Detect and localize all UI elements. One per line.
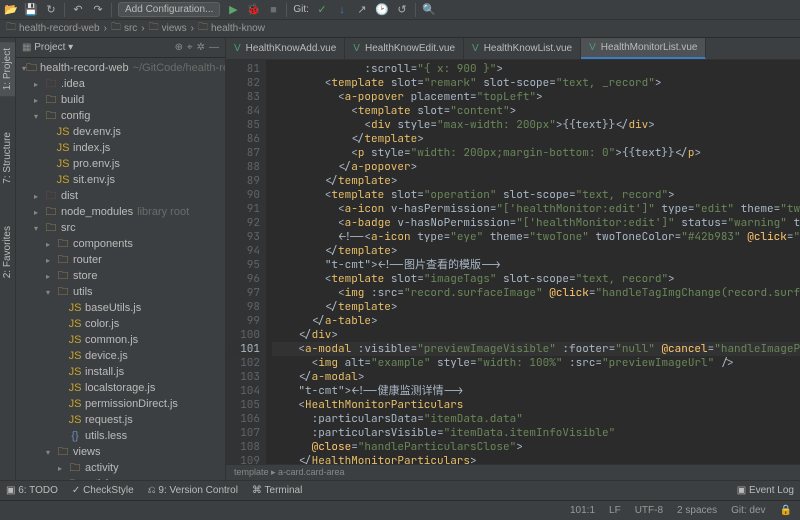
run-config-dropdown[interactable]: Add Configuration...	[118, 2, 220, 17]
tab-todo[interactable]: ▣ 6: TODO	[6, 485, 58, 496]
run-icon[interactable]: ▶	[226, 3, 240, 17]
project-dropdown[interactable]: ▦ Project ▾	[22, 42, 73, 53]
tree-row[interactable]: JSdevice.js	[16, 348, 225, 364]
tab-vcs[interactable]: ⎌ 9: Version Control	[148, 485, 238, 496]
editor-breadcrumb[interactable]: template ▸ a-card.card-area	[226, 464, 800, 480]
editor-tab[interactable]: VHealthKnowAdd.vue	[226, 38, 345, 59]
stop-icon[interactable]: ■	[266, 3, 280, 17]
bottom-tool-tabs: ▣ 6: TODO ✓ CheckStyle ⎌ 9: Version Cont…	[0, 480, 800, 500]
refresh-icon[interactable]: ↻	[44, 3, 58, 17]
tab-checkstyle[interactable]: ✓ CheckStyle	[72, 485, 134, 496]
tree-row[interactable]: JSinstall.js	[16, 364, 225, 380]
git-push-icon[interactable]: ↗	[355, 3, 369, 17]
save-icon[interactable]: 💾	[24, 3, 38, 17]
editor-tab[interactable]: VHealthKnowList.vue	[464, 38, 581, 59]
tree-row[interactable]: {}utils.less	[16, 428, 225, 444]
caret-pos[interactable]: 101:1	[570, 505, 595, 516]
tree-row[interactable]: ▸🗀activity	[16, 460, 225, 476]
git-label: Git:	[293, 4, 309, 15]
hide-icon[interactable]: —	[209, 42, 219, 53]
event-log-button[interactable]: ▣ Event Log	[737, 485, 794, 496]
line-sep[interactable]: LF	[609, 505, 621, 516]
collapse-icon[interactable]: ⊕	[175, 42, 183, 53]
tree-row[interactable]: JScommon.js	[16, 332, 225, 348]
breadcrumb-item[interactable]: 🗀health-record-web	[6, 20, 100, 37]
open-icon[interactable]: 📂	[4, 3, 18, 17]
git-update-icon[interactable]: ↓	[335, 3, 349, 17]
tree-row[interactable]: ▸🗀router	[16, 252, 225, 268]
line-gutter: 8182838485868788899091929394959697989910…	[226, 60, 266, 464]
tab-structure[interactable]: 7: Structure	[0, 126, 15, 190]
editor-tabs: VHealthKnowAdd.vueVHealthKnowEdit.vueVHe…	[226, 38, 800, 60]
tree-row[interactable]: ▸🗀article	[16, 476, 225, 480]
tree-row[interactable]: ▾🗀config	[16, 108, 225, 124]
nav-breadcrumb: 🗀health-record-web › 🗀src › 🗀views › 🗀he…	[0, 20, 800, 38]
undo-icon[interactable]: ↶	[71, 3, 85, 17]
editor-area: VHealthKnowAdd.vueVHealthKnowEdit.vueVHe…	[226, 38, 800, 480]
tree-row[interactable]: JSpro.env.js	[16, 156, 225, 172]
breadcrumb-item[interactable]: 🗀health-know	[198, 20, 265, 37]
git-revert-icon[interactable]: ↺	[395, 3, 409, 17]
tree-row[interactable]: JSbaseUtils.js	[16, 300, 225, 316]
tab-terminal[interactable]: ⌘ Terminal	[252, 485, 302, 496]
tree-row[interactable]: ▸🗀components	[16, 236, 225, 252]
tab-favorites[interactable]: 2: Favorites	[0, 220, 15, 284]
breadcrumb-item[interactable]: 🗀views	[149, 20, 187, 37]
tree-row[interactable]: JScolor.js	[16, 316, 225, 332]
tree-row[interactable]: JSpermissionDirect.js	[16, 396, 225, 412]
git-history-icon[interactable]: 🕑	[375, 3, 389, 17]
redo-icon[interactable]: ↷	[91, 3, 105, 17]
encoding[interactable]: UTF-8	[635, 505, 663, 516]
project-tree[interactable]: ▾🗀health-record-web~/GitCode/health-reco…	[16, 58, 225, 480]
tree-row[interactable]: ▸🗀store	[16, 268, 225, 284]
project-panel: ▦ Project ▾ ⊕ ⌖ ✲ — ▾🗀health-record-web~…	[16, 38, 226, 480]
debug-icon[interactable]: 🐞	[246, 3, 260, 17]
lock-icon[interactable]: 🔒	[780, 505, 792, 516]
tree-row[interactable]: JSindex.js	[16, 140, 225, 156]
status-bar: 101:1 LF UTF-8 2 spaces Git: dev 🔒	[0, 500, 800, 520]
tree-row[interactable]: JSlocalstorage.js	[16, 380, 225, 396]
editor-tab[interactable]: VHealthKnowEdit.vue	[345, 38, 464, 59]
tree-row[interactable]: JSdev.env.js	[16, 124, 225, 140]
locate-icon[interactable]: ⌖	[187, 42, 193, 53]
settings-icon[interactable]: ✲	[197, 42, 205, 53]
breadcrumb-item[interactable]: 🗀src	[111, 20, 137, 37]
tab-project[interactable]: 1: Project	[0, 42, 15, 96]
indent[interactable]: 2 spaces	[677, 505, 717, 516]
main-toolbar: 📂 💾 ↻ ↶ ↷ Add Configuration... ▶ 🐞 ■ Git…	[0, 0, 800, 20]
git-branch[interactable]: Git: dev	[731, 505, 765, 516]
tree-row[interactable]: ▾🗀src	[16, 220, 225, 236]
search-icon[interactable]: 🔍	[422, 3, 436, 17]
code-editor[interactable]: :scroll="{ x: 900 }"> <template slot="re…	[266, 60, 800, 464]
tree-row[interactable]: JSrequest.js	[16, 412, 225, 428]
left-tool-tabs: 1: Project 7: Structure 2: Favorites	[0, 38, 16, 480]
tree-row[interactable]: ▾🗀utils	[16, 284, 225, 300]
tree-row[interactable]: ▾🗀views	[16, 444, 225, 460]
editor-tab[interactable]: VHealthMonitorList.vue	[581, 38, 706, 59]
git-commit-icon[interactable]: ✓	[315, 3, 329, 17]
